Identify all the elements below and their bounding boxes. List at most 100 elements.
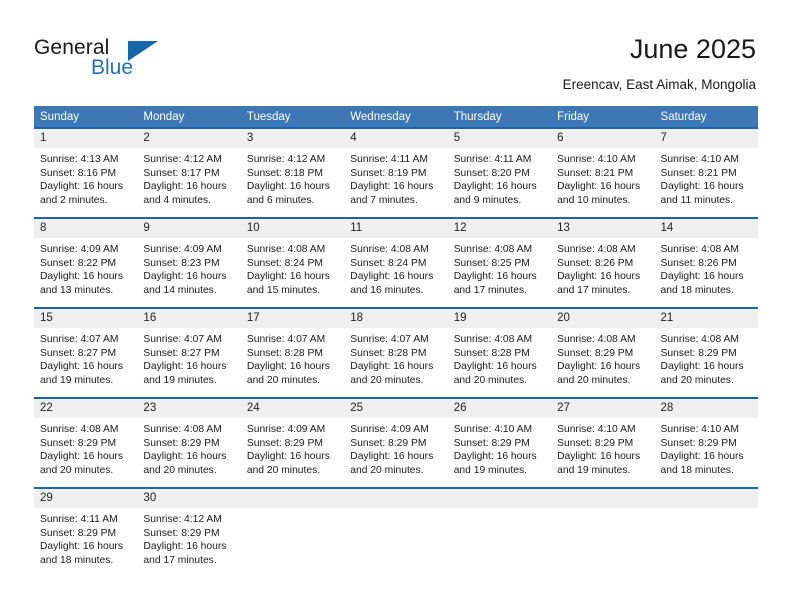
day-cell[interactable]: 3 Sunrise: 4:12 AM Sunset: 8:18 PM Dayli… bbox=[240, 127, 345, 218]
sunrise-time: Sunrise: 4:12 AM bbox=[143, 514, 222, 525]
day-details: Sunrise: 4:12 AM Sunset: 8:18 PM Dayligh… bbox=[241, 148, 344, 207]
sunrise-time: Sunrise: 4:08 AM bbox=[143, 424, 222, 435]
day-cell[interactable]: 7 Sunrise: 4:10 AM Sunset: 8:21 PM Dayli… bbox=[654, 127, 758, 218]
day-number: 23 bbox=[137, 399, 241, 418]
sunset-time: Sunset: 8:29 PM bbox=[557, 437, 634, 449]
day-cell[interactable]: 20 Sunrise: 4:08 AM Sunset: 8:29 PM Dayl… bbox=[551, 307, 655, 398]
day-number bbox=[344, 489, 448, 508]
daylight-duration: Daylight: 16 hours and 18 minutes. bbox=[40, 541, 123, 566]
daylight-duration: Daylight: 16 hours and 2 minutes. bbox=[40, 181, 123, 206]
day-details: Sunrise: 4:08 AM Sunset: 8:29 PM Dayligh… bbox=[34, 418, 137, 477]
daylight-duration: Daylight: 16 hours and 20 minutes. bbox=[143, 451, 227, 476]
day-cell[interactable]: 17 Sunrise: 4:07 AM Sunset: 8:28 PM Dayl… bbox=[240, 307, 345, 398]
day-cell[interactable]: 29 Sunrise: 4:11 AM Sunset: 8:29 PM Dayl… bbox=[34, 487, 138, 577]
weekday-header-tuesday: Tuesday bbox=[240, 106, 345, 128]
sunrise-time: Sunrise: 4:08 AM bbox=[453, 334, 533, 345]
day-cell[interactable]: 14 Sunrise: 4:08 AM Sunset: 8:26 PM Dayl… bbox=[654, 217, 758, 308]
day-cell[interactable]: 10 Sunrise: 4:08 AM Sunset: 8:24 PM Dayl… bbox=[240, 217, 345, 308]
sunrise-time: Sunrise: 4:10 AM bbox=[660, 154, 739, 165]
day-number: 29 bbox=[34, 489, 138, 508]
day-cell[interactable]: 18 Sunrise: 4:07 AM Sunset: 8:28 PM Dayl… bbox=[344, 307, 448, 398]
day-details: Sunrise: 4:07 AM Sunset: 8:28 PM Dayligh… bbox=[241, 328, 344, 387]
day-number: 17 bbox=[240, 309, 345, 328]
day-cell[interactable]: 25 Sunrise: 4:09 AM Sunset: 8:29 PM Dayl… bbox=[344, 397, 448, 488]
daylight-duration: Daylight: 16 hours and 20 minutes. bbox=[557, 361, 641, 386]
day-cell[interactable]: 23 Sunrise: 4:08 AM Sunset: 8:29 PM Dayl… bbox=[137, 397, 241, 488]
sunset-time: Sunset: 8:21 PM bbox=[557, 167, 634, 179]
day-cell[interactable]: 12 Sunrise: 4:08 AM Sunset: 8:25 PM Dayl… bbox=[447, 217, 552, 308]
sunrise-time: Sunrise: 4:11 AM bbox=[350, 154, 428, 165]
sunrise-time: Sunrise: 4:10 AM bbox=[660, 424, 739, 435]
day-details: Sunrise: 4:12 AM Sunset: 8:17 PM Dayligh… bbox=[137, 148, 240, 207]
day-number: 1 bbox=[34, 129, 138, 148]
daylight-duration: Daylight: 16 hours and 4 minutes. bbox=[143, 181, 227, 206]
day-cell-empty bbox=[551, 487, 655, 577]
day-cell[interactable]: 2 Sunrise: 4:12 AM Sunset: 8:17 PM Dayli… bbox=[137, 127, 241, 218]
day-number: 30 bbox=[137, 489, 241, 508]
day-cell[interactable]: 24 Sunrise: 4:09 AM Sunset: 8:29 PM Dayl… bbox=[240, 397, 345, 488]
daylight-duration: Daylight: 16 hours and 19 minutes. bbox=[40, 361, 123, 386]
sunrise-time: Sunrise: 4:07 AM bbox=[40, 334, 119, 345]
daylight-duration: Daylight: 16 hours and 20 minutes. bbox=[453, 361, 537, 386]
day-number: 10 bbox=[240, 219, 345, 238]
day-cell[interactable]: 8 Sunrise: 4:09 AM Sunset: 8:22 PM Dayli… bbox=[34, 217, 138, 308]
day-details: Sunrise: 4:08 AM Sunset: 8:24 PM Dayligh… bbox=[241, 238, 344, 297]
sunset-time: Sunset: 8:29 PM bbox=[143, 437, 220, 449]
sunset-time: Sunset: 8:19 PM bbox=[350, 167, 427, 179]
daylight-duration: Daylight: 16 hours and 18 minutes. bbox=[660, 271, 744, 296]
day-number: 14 bbox=[654, 219, 758, 238]
day-number: 20 bbox=[551, 309, 655, 328]
day-details: Sunrise: 4:10 AM Sunset: 8:29 PM Dayligh… bbox=[448, 418, 551, 477]
day-cell[interactable]: 19 Sunrise: 4:08 AM Sunset: 8:28 PM Dayl… bbox=[447, 307, 552, 398]
sunset-time: Sunset: 8:24 PM bbox=[246, 257, 323, 269]
sunset-time: Sunset: 8:29 PM bbox=[350, 437, 427, 449]
general-blue-logo[interactable]: General Blue bbox=[34, 36, 234, 86]
sunrise-time: Sunrise: 4:08 AM bbox=[557, 334, 636, 345]
sunset-time: Sunset: 8:27 PM bbox=[143, 347, 220, 359]
day-number: 25 bbox=[344, 399, 448, 418]
day-cell[interactable]: 1 Sunrise: 4:13 AM Sunset: 8:16 PM Dayli… bbox=[34, 127, 138, 218]
day-details: Sunrise: 4:08 AM Sunset: 8:29 PM Dayligh… bbox=[551, 328, 654, 387]
daylight-duration: Daylight: 16 hours and 16 minutes. bbox=[350, 271, 434, 296]
sunset-time: Sunset: 8:29 PM bbox=[40, 437, 117, 449]
day-cell[interactable]: 21 Sunrise: 4:08 AM Sunset: 8:29 PM Dayl… bbox=[654, 307, 758, 398]
day-cell[interactable]: 11 Sunrise: 4:08 AM Sunset: 8:24 PM Dayl… bbox=[344, 217, 448, 308]
day-details: Sunrise: 4:10 AM Sunset: 8:29 PM Dayligh… bbox=[655, 418, 758, 477]
day-cell[interactable]: 13 Sunrise: 4:08 AM Sunset: 8:26 PM Dayl… bbox=[551, 217, 655, 308]
day-number: 27 bbox=[551, 399, 655, 418]
daylight-duration: Daylight: 16 hours and 19 minutes. bbox=[453, 451, 537, 476]
day-cell[interactable]: 22 Sunrise: 4:08 AM Sunset: 8:29 PM Dayl… bbox=[34, 397, 138, 488]
sunrise-time: Sunrise: 4:09 AM bbox=[143, 244, 222, 255]
day-number: 8 bbox=[34, 219, 138, 238]
sunset-time: Sunset: 8:25 PM bbox=[453, 257, 530, 269]
day-details: Sunrise: 4:12 AM Sunset: 8:29 PM Dayligh… bbox=[137, 508, 240, 567]
day-cell[interactable]: 4 Sunrise: 4:11 AM Sunset: 8:19 PM Dayli… bbox=[344, 127, 448, 218]
day-cell[interactable]: 6 Sunrise: 4:10 AM Sunset: 8:21 PM Dayli… bbox=[551, 127, 655, 218]
daylight-duration: Daylight: 16 hours and 20 minutes. bbox=[246, 451, 330, 476]
calendar-week-row: 1 Sunrise: 4:13 AM Sunset: 8:16 PM Dayli… bbox=[34, 127, 758, 218]
day-number: 11 bbox=[344, 219, 448, 238]
sunrise-time: Sunrise: 4:08 AM bbox=[660, 244, 739, 255]
day-number: 6 bbox=[551, 129, 655, 148]
day-cell[interactable]: 30 Sunrise: 4:12 AM Sunset: 8:29 PM Dayl… bbox=[137, 487, 241, 577]
sunset-time: Sunset: 8:26 PM bbox=[660, 257, 737, 269]
day-number: 24 bbox=[240, 399, 345, 418]
day-number bbox=[551, 489, 655, 508]
day-cell[interactable]: 28 Sunrise: 4:10 AM Sunset: 8:29 PM Dayl… bbox=[654, 397, 758, 488]
day-cell[interactable]: 15 Sunrise: 4:07 AM Sunset: 8:27 PM Dayl… bbox=[34, 307, 138, 398]
day-details: Sunrise: 4:08 AM Sunset: 8:28 PM Dayligh… bbox=[448, 328, 551, 387]
calendar-week-row: 22 Sunrise: 4:08 AM Sunset: 8:29 PM Dayl… bbox=[34, 397, 758, 488]
sunrise-time: Sunrise: 4:09 AM bbox=[350, 424, 429, 435]
day-cell[interactable]: 9 Sunrise: 4:09 AM Sunset: 8:23 PM Dayli… bbox=[137, 217, 241, 308]
day-cell[interactable]: 26 Sunrise: 4:10 AM Sunset: 8:29 PM Dayl… bbox=[447, 397, 552, 488]
daylight-duration: Daylight: 16 hours and 20 minutes. bbox=[660, 361, 744, 386]
day-number: 16 bbox=[137, 309, 241, 328]
day-cell[interactable]: 16 Sunrise: 4:07 AM Sunset: 8:27 PM Dayl… bbox=[137, 307, 241, 398]
day-cell-empty bbox=[344, 487, 448, 577]
day-cell[interactable]: 5 Sunrise: 4:11 AM Sunset: 8:20 PM Dayli… bbox=[447, 127, 552, 218]
sunset-time: Sunset: 8:20 PM bbox=[453, 167, 530, 179]
day-details: Sunrise: 4:09 AM Sunset: 8:29 PM Dayligh… bbox=[241, 418, 344, 477]
day-cell[interactable]: 27 Sunrise: 4:10 AM Sunset: 8:29 PM Dayl… bbox=[551, 397, 655, 488]
weekday-header-friday: Friday bbox=[551, 106, 655, 128]
sunrise-time: Sunrise: 4:09 AM bbox=[246, 424, 326, 435]
